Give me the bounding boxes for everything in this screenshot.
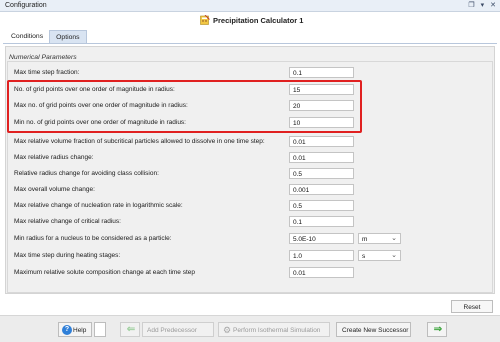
radius-unit-select[interactable]: m ⌄ (358, 233, 401, 244)
param-label: Max relative change of nucleation rate i… (14, 202, 183, 209)
max-grid-points-input[interactable]: 20 (289, 100, 354, 111)
param-label: Max time step during heating stages: (14, 252, 121, 259)
class-collision-input[interactable]: 0.5 (289, 168, 354, 179)
param-label: Max no. of grid points over one order of… (14, 102, 188, 109)
perform-isothermal-label: Perform Isothermal Simulation (233, 326, 321, 334)
calculator-header: Precipitation Calculator 1 (0, 12, 500, 29)
nucleation-rate-input[interactable]: 0.5 (289, 200, 354, 211)
param-label: No. of grid points over one order of mag… (14, 86, 175, 93)
arrow-right-icon: ⇒ (433, 324, 443, 335)
window-controls: ❐ ▾ ✕ (468, 1, 496, 11)
param-label: Max time step fraction: (14, 69, 80, 76)
tab-divider (3, 43, 497, 44)
chevron-down-icon: ⌄ (391, 235, 397, 242)
add-predecessor-button: Add Predecessor (142, 322, 214, 337)
critical-radius-input[interactable]: 0.1 (289, 216, 354, 227)
help-button[interactable]: ? Help (58, 322, 92, 337)
solute-composition-input[interactable]: 0.01 (289, 267, 354, 278)
heating-time-step-input[interactable]: 1.0 (289, 250, 354, 261)
gear-icon: ⚙ (222, 325, 232, 335)
close-icon[interactable]: ✕ (490, 1, 496, 11)
param-label: Min no. of grid points over one order of… (14, 119, 186, 126)
param-label: Max overall volume change: (14, 186, 95, 193)
forward-arrow-button[interactable]: ⇒ (427, 322, 447, 337)
unit-value: s (362, 252, 366, 260)
create-new-successor-button[interactable]: Create New Successor (336, 322, 411, 337)
max-time-step-fraction-input[interactable]: 0.1 (289, 67, 354, 78)
perform-isothermal-button: ⚙ Perform Isothermal Simulation (218, 322, 330, 337)
window-title: Configuration (5, 2, 47, 9)
max-radius-change-input[interactable]: 0.01 (289, 152, 354, 163)
min-grid-points-input[interactable]: 10 (289, 117, 354, 128)
restore-icon[interactable]: ❐ (468, 1, 474, 11)
blank-toggle-button[interactable] (94, 322, 106, 337)
unit-value: m (362, 235, 368, 243)
window-titlebar: Configuration ❐ ▾ ✕ (0, 0, 500, 12)
help-icon: ? (62, 325, 72, 335)
max-volume-change-input[interactable]: 0.001 (289, 184, 354, 195)
param-label: Max relative radius change: (14, 154, 94, 161)
minimize-icon[interactable]: ▾ (481, 1, 485, 11)
back-arrow-button: ⇐ (120, 322, 140, 337)
calculator-icon (200, 15, 210, 25)
bottom-toolbar: ? Help ⇐ Add Predecessor ⚙ Perform Isoth… (0, 315, 500, 342)
group-label: Numerical Parameters (9, 54, 77, 61)
subcritical-dissolve-input[interactable]: 0.01 (289, 136, 354, 147)
help-label: Help (73, 326, 87, 334)
grid-points-input[interactable]: 15 (289, 84, 354, 95)
param-label: Max relative volume fraction of subcriti… (14, 138, 265, 145)
reset-button[interactable]: Reset (451, 300, 493, 313)
param-label: Min radius for a nucleus to be considere… (14, 235, 172, 242)
param-label: Max relative change of critical radius: (14, 218, 121, 225)
param-label: Relative radius change for avoiding clas… (14, 170, 159, 177)
chevron-down-icon: ⌄ (391, 252, 397, 259)
calculator-title: Precipitation Calculator 1 (213, 16, 304, 25)
min-nucleus-radius-input[interactable]: 5.0E-10 (289, 233, 354, 244)
tab-bar: Conditions Options (5, 30, 87, 44)
tab-conditions[interactable]: Conditions (5, 30, 49, 44)
arrow-left-icon: ⇐ (126, 324, 136, 335)
tab-options[interactable]: Options (49, 30, 87, 44)
time-unit-select[interactable]: s ⌄ (358, 250, 401, 261)
param-label: Maximum relative solute composition chan… (14, 269, 196, 276)
